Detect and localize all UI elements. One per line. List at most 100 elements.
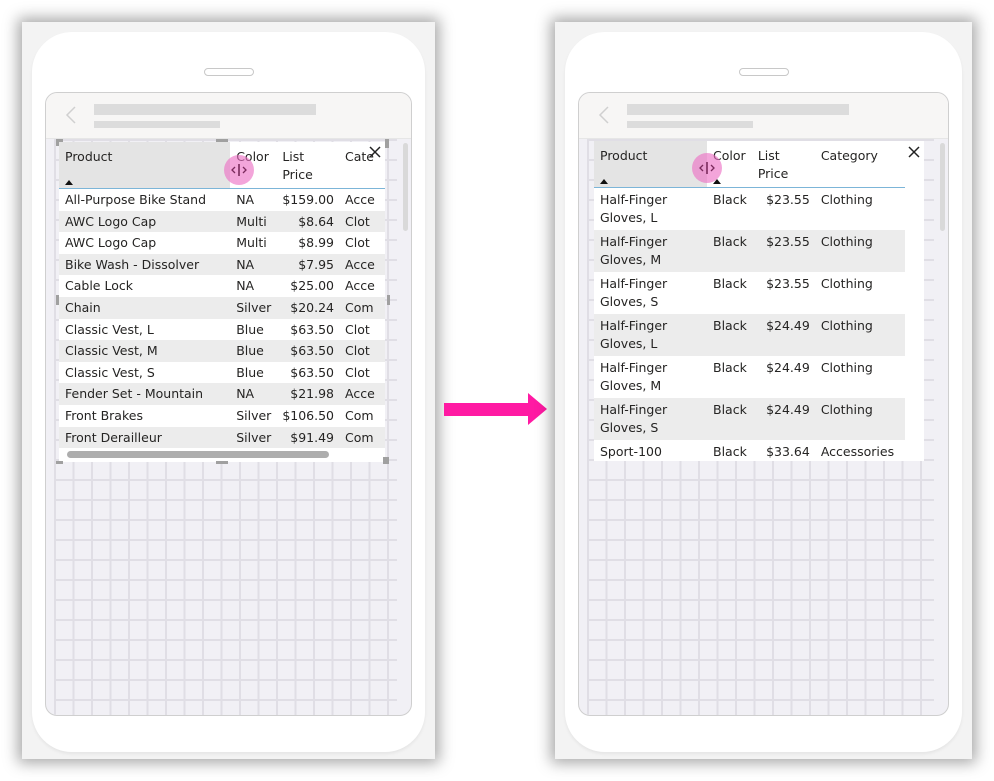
column-header[interactable]: List Price bbox=[752, 141, 815, 188]
horizontal-scrollbar[interactable] bbox=[67, 451, 329, 458]
table-cell: Silver bbox=[230, 296, 277, 319]
table-row[interactable]: Half-Finger Gloves, S Black $23.55 Clothing bbox=[594, 272, 905, 314]
table-cell: $63.50 bbox=[276, 340, 340, 362]
table-row[interactable]: Front Brakes Silver $106.50 Com bbox=[59, 405, 385, 427]
resize-handle-top-left[interactable] bbox=[56, 139, 59, 146]
table-cell: Black bbox=[713, 192, 747, 207]
table-cell: Black bbox=[707, 314, 752, 356]
resize-handle-bottom-left[interactable] bbox=[56, 461, 63, 464]
table-cell: Bike Wash - Dissolver bbox=[59, 253, 231, 276]
column-resize-cursor[interactable] bbox=[692, 153, 722, 183]
table-cell: Front Brakes bbox=[65, 407, 143, 423]
table-cell: $63.50 bbox=[290, 321, 335, 337]
column-header[interactable]: Category bbox=[815, 141, 905, 188]
table-cell: Clot bbox=[345, 235, 370, 251]
column-header-label: List Price bbox=[757, 148, 789, 181]
resize-handle-top[interactable] bbox=[216, 139, 228, 142]
table-cell: AWC Logo Cap bbox=[59, 210, 231, 233]
vertical-scrollbar[interactable] bbox=[940, 143, 945, 231]
resize-handle-top-right[interactable] bbox=[385, 139, 389, 148]
sort-ascending-icon[interactable] bbox=[600, 179, 608, 184]
table-cell: $23.55 bbox=[751, 230, 815, 272]
table-cell: Front Derailleur bbox=[59, 426, 231, 449]
back-chevron-icon[interactable] bbox=[597, 105, 611, 125]
vertical-scrollbar[interactable] bbox=[403, 143, 408, 231]
table-cell: Clot bbox=[345, 321, 370, 337]
table-cell: AWC Logo Cap bbox=[65, 235, 157, 251]
table-visual[interactable]: Product Color List Price Cate All-Purpose B… bbox=[59, 142, 385, 462]
table-cell: Black bbox=[707, 230, 752, 272]
table-cell: Chain bbox=[59, 296, 231, 319]
table-cell: $24.49 bbox=[751, 314, 815, 356]
app-header bbox=[46, 93, 411, 139]
table-cell: Sport-100 Helmet, Black bbox=[600, 444, 662, 459]
sort-ascending-icon[interactable] bbox=[65, 180, 73, 185]
table-cell: $23.55 bbox=[766, 276, 810, 291]
table-row[interactable]: Half-Finger Gloves, M Black $24.49 Clothing bbox=[594, 356, 905, 398]
table-row[interactable]: All-Purpose Bike Stand NA $159.00 Acce bbox=[59, 189, 385, 211]
table-cell: $91.49 bbox=[276, 426, 340, 449]
table-row[interactable]: AWC Logo Cap Multi $8.64 Clot bbox=[59, 210, 385, 233]
table-row[interactable]: AWC Logo Cap Multi $8.99 Clot bbox=[59, 232, 385, 254]
table-cell: Blue bbox=[236, 364, 264, 380]
column-header[interactable]: Product bbox=[594, 141, 707, 188]
table-row[interactable]: Half-Finger Gloves, S Black $24.49 Clothing bbox=[594, 398, 905, 440]
after-screenshot-frame: Product Color List Price Category Half-Fing… bbox=[555, 22, 972, 759]
data-table: Product Color List Price Cate All-Purpose B… bbox=[59, 142, 385, 449]
table-cell: Black bbox=[713, 360, 747, 375]
table-cell: $8.99 bbox=[298, 235, 335, 251]
column-header-label: List Price bbox=[282, 149, 313, 182]
table-cell: All-Purpose Bike Stand bbox=[65, 192, 207, 207]
phone-screen: Product Color List Price Category Half-Fing… bbox=[578, 92, 949, 716]
resize-handle-left[interactable] bbox=[56, 295, 59, 305]
table-row[interactable]: Classic Vest, L Blue $63.50 Clot bbox=[59, 319, 385, 341]
resize-handle-bottom[interactable] bbox=[216, 461, 228, 464]
column-header[interactable]: Product bbox=[59, 142, 231, 189]
table-cell: Clothing bbox=[820, 276, 873, 291]
column-header[interactable]: List Price bbox=[276, 142, 339, 189]
table-cell: Accessories bbox=[820, 444, 895, 459]
close-icon[interactable] bbox=[907, 145, 921, 159]
table-row[interactable]: Fender Set - Mountain NA $21.98 Acce bbox=[59, 383, 385, 405]
title-placeholder bbox=[627, 104, 849, 115]
table-cell: Com bbox=[339, 426, 385, 449]
table-cell: Half-Finger Gloves, M bbox=[594, 230, 707, 272]
table-visual[interactable]: Product Color List Price Category Half-Fing… bbox=[594, 141, 924, 461]
table-row[interactable]: Classic Vest, S Blue $63.50 Clot bbox=[59, 362, 385, 384]
table-header-row: Product Color List Price Category bbox=[594, 141, 905, 188]
table-row[interactable]: Front Derailleur Silver $91.49 Com bbox=[59, 426, 385, 449]
column-resize-cursor[interactable] bbox=[224, 155, 254, 185]
table-cell: Com bbox=[345, 407, 374, 423]
title-placeholder bbox=[94, 104, 316, 115]
table-cell: Clot bbox=[339, 210, 385, 233]
back-chevron-icon[interactable] bbox=[64, 105, 78, 125]
table-cell: Silver bbox=[230, 426, 277, 449]
table-row[interactable]: Bike Wash - Dissolver NA $7.95 Acce bbox=[59, 253, 385, 276]
table-cell: $106.50 bbox=[282, 407, 335, 423]
table-cell: Acce bbox=[339, 383, 385, 405]
table-cell: Clothing bbox=[820, 360, 873, 375]
table-row[interactable]: Classic Vest, M Blue $63.50 Clot bbox=[59, 340, 385, 362]
phone-speaker bbox=[738, 68, 789, 76]
close-icon[interactable] bbox=[368, 145, 382, 159]
table-row[interactable]: Half-Finger Gloves, L Black $24.49 Clothing bbox=[594, 314, 905, 356]
resize-handle-right[interactable] bbox=[387, 295, 390, 305]
table-cell: $21.98 bbox=[276, 383, 340, 405]
phone-screen: Product Color List Price Cate All-Purpose B… bbox=[45, 92, 412, 716]
table-row[interactable]: Half-Finger Gloves, L Black $23.55 Clothing bbox=[594, 188, 905, 231]
table-cell: NA bbox=[230, 383, 277, 405]
table-cell: Black bbox=[713, 444, 747, 459]
table-cell: Clot bbox=[339, 340, 385, 362]
table-cell: $7.95 bbox=[276, 253, 340, 276]
table-cell: NA bbox=[236, 192, 255, 207]
table-row[interactable]: Half-Finger Gloves, M Black $23.55 Clothing bbox=[594, 230, 905, 272]
table-cell: Clot bbox=[345, 364, 370, 380]
table-row[interactable]: Cable Lock NA $25.00 Acce bbox=[59, 275, 385, 297]
table-row[interactable]: Sport-100 Helmet, Black Black $33.64 Access… bbox=[594, 440, 905, 461]
table-cell: Multi bbox=[236, 235, 267, 251]
subtitle-placeholder bbox=[627, 121, 753, 128]
app-header bbox=[579, 93, 948, 139]
phone-speaker bbox=[203, 68, 254, 76]
resize-handle-bottom-right[interactable] bbox=[383, 457, 389, 464]
table-row[interactable]: Chain Silver $20.24 Com bbox=[59, 296, 385, 319]
